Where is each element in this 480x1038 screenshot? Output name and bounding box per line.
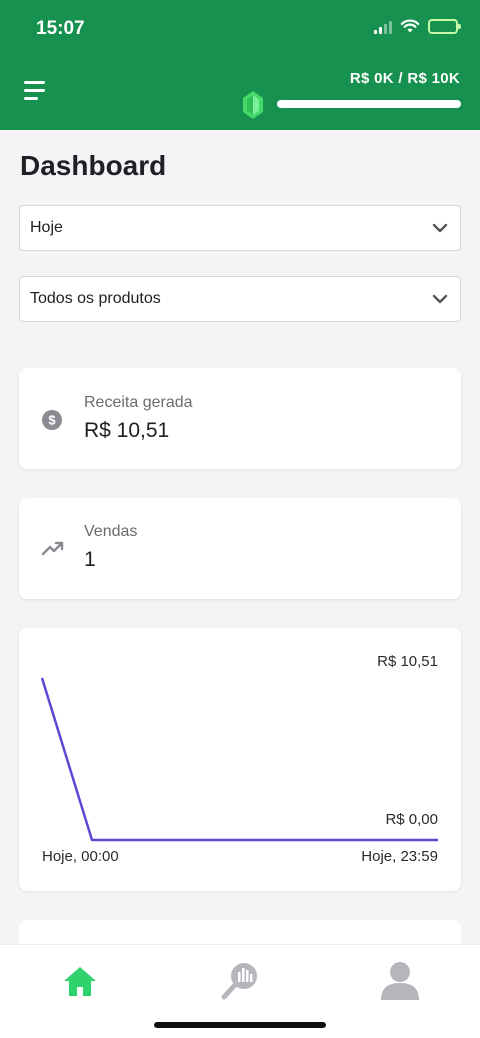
product-select-value: Todos os produtos (30, 290, 161, 307)
profile-icon (381, 962, 419, 1000)
revenue-label: Receita gerada (84, 394, 193, 411)
x-label-end: Hoje, 23:59 (361, 848, 438, 865)
analytics-search-icon (221, 963, 257, 1000)
sales-label: Vendas (84, 523, 138, 540)
tab-profile[interactable] (370, 957, 430, 1005)
home-indicator (154, 1022, 326, 1028)
gem-icon (243, 91, 263, 119)
period-select[interactable]: Hoje (19, 205, 461, 251)
revenue-goal-progress (277, 100, 461, 108)
battery-icon (428, 19, 461, 34)
svg-text:$: $ (48, 413, 56, 428)
home-icon (64, 967, 96, 996)
tab-analytics[interactable] (210, 957, 270, 1005)
status-time: 15:07 (36, 18, 85, 39)
chevron-down-icon (432, 223, 448, 233)
product-select[interactable]: Todos os produtos (19, 276, 461, 322)
period-select-value: Hoje (30, 219, 63, 236)
status-icons (374, 19, 461, 34)
trending-up-icon (41, 541, 64, 556)
sales-value: 1 (84, 548, 96, 571)
chevron-down-icon (432, 294, 448, 304)
tab-home[interactable] (50, 957, 110, 1005)
cellular-signal-icon (374, 20, 392, 34)
wifi-icon (400, 19, 420, 33)
revenue-value: R$ 10,51 (84, 419, 170, 442)
revenue-goal-label: R$ 0K / R$ 10K (349, 70, 460, 87)
x-label-start: Hoje, 00:00 (42, 848, 119, 865)
revenue-card: $ Receita gerada R$ 10,51 (19, 368, 461, 469)
y-label-min: R$ 0,00 (385, 811, 438, 828)
series-line (40, 677, 438, 842)
page-title: Dashboard (20, 150, 167, 181)
dollar-circle-icon: $ (42, 410, 62, 430)
app-header: 15:07 R$ 0K / R$ 10K (0, 0, 480, 130)
sales-card: Vendas 1 (19, 498, 461, 599)
y-label-max: R$ 10,51 (377, 653, 438, 670)
revenue-chart-card: R$ 10,51 R$ 0,00 Hoje, 00:00 Hoje, 23:59 (19, 628, 461, 891)
menu-button[interactable] (24, 81, 50, 103)
